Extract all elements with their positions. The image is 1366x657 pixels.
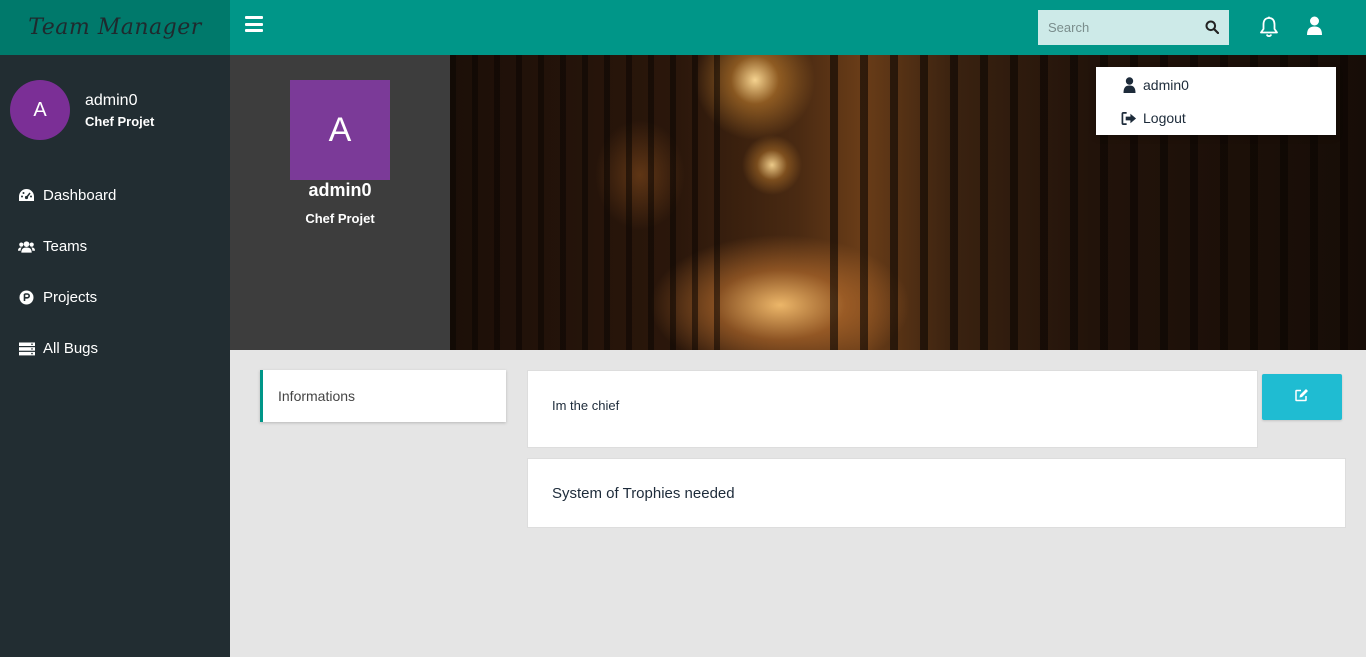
sidebar: Team Manager A admin0 Chef Projet Dashbo… [0,0,230,657]
user-menu-icon[interactable] [1306,16,1323,36]
profile-name: admin0 [308,180,372,200]
sidebar-item-label: Dashboard [43,187,117,204]
logout-label: Logout [1143,110,1186,126]
bio-text: Im the chief [552,398,620,413]
bell-icon[interactable] [1259,16,1279,38]
bio-card: Im the chief [527,370,1258,448]
search-input[interactable] [1038,10,1198,45]
app-logo[interactable]: Team Manager [0,0,230,55]
sidebar-item-label: Projects [43,289,98,306]
profile-role: Chef Projet [305,211,375,226]
edit-icon [1295,388,1309,407]
tab-label: Informations [278,388,356,404]
app-logo-text: Team Manager [28,15,202,40]
edit-button[interactable] [1262,374,1342,420]
product-hunt-icon [18,289,35,306]
dashboard-icon [18,187,35,204]
sidebar-user-panel: A admin0 Chef Projet [0,55,230,165]
logout-link[interactable]: Logout [1121,107,1186,129]
search-bar [1038,10,1229,45]
sidebar-item-label: Teams [43,238,88,255]
profile-card: A admin0 Chef Projet [230,55,450,350]
sidebar-item-all-bugs[interactable]: All Bugs [0,323,230,374]
dropdown-item-profile[interactable]: admin0 [1121,74,1189,96]
sidebar-item-dashboard[interactable]: Dashboard [0,170,230,221]
note-card: System of Trophies needed [527,458,1346,528]
search-icon[interactable] [1205,20,1220,35]
dropdown-username: admin0 [1143,77,1189,93]
sidebar-user-name: admin0 [85,91,138,109]
sidebar-user-role: Chef Projet [85,113,155,129]
sign-out-icon [1121,110,1137,126]
server-icon [18,340,35,357]
users-icon [18,238,35,255]
user-dropdown-menu: admin0 Logout [1096,67,1336,135]
sidebar-menu: Dashboard Teams Projects All Bugs [0,170,230,374]
tab-informations[interactable]: Informations [260,370,506,422]
menu-toggle-icon[interactable] [245,16,263,32]
sidebar-item-teams[interactable]: Teams [0,221,230,272]
sidebar-item-label: All Bugs [43,340,99,357]
note-text: System of Trophies needed [552,485,735,502]
sidebar-item-projects[interactable]: Projects [0,272,230,323]
profile-avatar: A [290,80,390,180]
sidebar-avatar: A [10,80,70,140]
user-icon [1121,77,1137,93]
top-navbar [230,0,1366,55]
